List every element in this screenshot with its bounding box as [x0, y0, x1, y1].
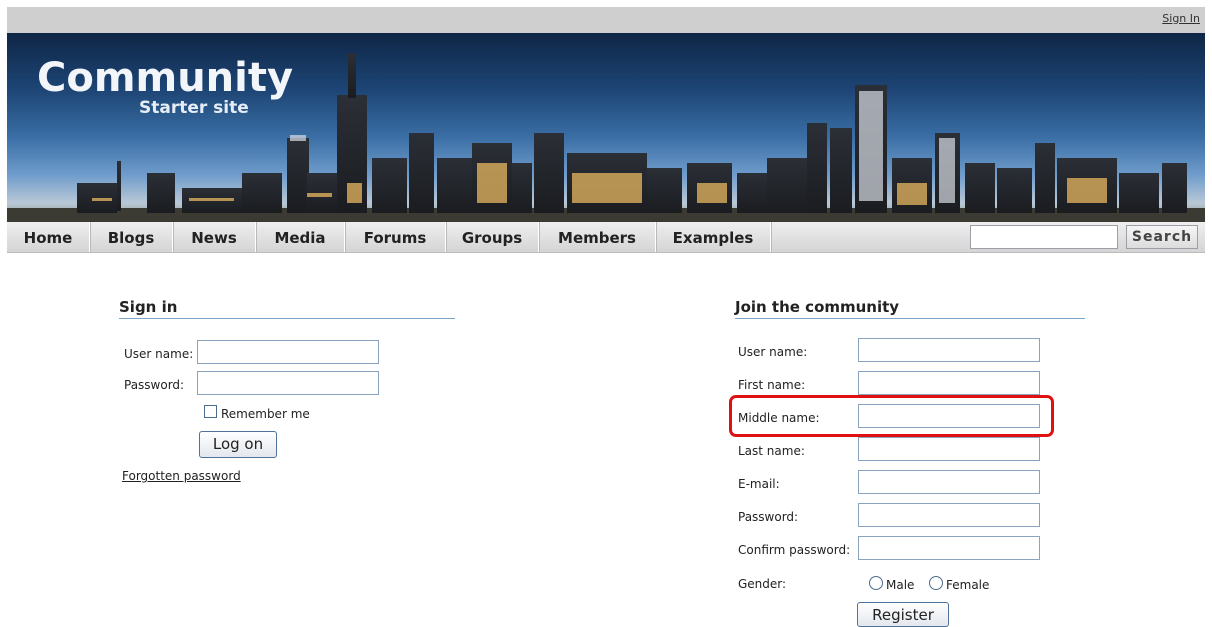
join-lastname-input[interactable] [858, 437, 1040, 461]
nav-item-forums[interactable]: Forums [345, 222, 446, 252]
join-email-input[interactable] [858, 470, 1040, 494]
nav-item-media[interactable]: Media [256, 222, 345, 252]
join-section-title: Join the community [735, 298, 1085, 319]
nav-item-home[interactable]: Home [7, 222, 90, 252]
join-middlename-input[interactable] [858, 404, 1040, 428]
join-username-label: User name: [738, 345, 808, 359]
log-on-button[interactable]: Log on [199, 431, 277, 458]
signin-username-input[interactable] [197, 340, 379, 364]
join-lastname-label: Last name: [738, 444, 805, 458]
gender-male-label: Male [886, 578, 915, 592]
join-middlename-label: Middle name: [738, 411, 820, 425]
join-password-input[interactable] [858, 503, 1040, 527]
signin-section-title: Sign in [119, 298, 455, 319]
register-button[interactable]: Register [857, 602, 949, 627]
join-confirm-password-input[interactable] [858, 536, 1040, 560]
join-firstname-input[interactable] [858, 371, 1040, 395]
forgotten-password-link[interactable]: Forgotten password [122, 469, 241, 483]
nav-item-members[interactable]: Members [539, 222, 656, 252]
remember-me-label: Remember me [221, 407, 310, 421]
join-firstname-label: First name: [738, 378, 806, 392]
join-username-input[interactable] [858, 338, 1040, 362]
search-button[interactable]: Search [1126, 225, 1198, 249]
search-input[interactable] [970, 225, 1118, 249]
nav-item-news[interactable]: News [173, 222, 256, 252]
nav-item-groups[interactable]: Groups [446, 222, 539, 252]
join-confirm-password-label: Confirm password: [738, 543, 851, 557]
nav-item-blogs[interactable]: Blogs [90, 222, 173, 252]
gender-female-radio[interactable] [929, 576, 943, 590]
gender-male-radio[interactable] [869, 576, 883, 590]
top-bar: Sign In [7, 7, 1205, 33]
signin-password-input[interactable] [197, 371, 379, 395]
signin-username-label: User name: [124, 347, 194, 361]
join-password-label: Password: [738, 510, 799, 524]
signin-password-label: Password: [124, 378, 185, 392]
join-email-label: E-mail: [738, 477, 780, 491]
sign-in-link[interactable]: Sign In [1162, 12, 1200, 25]
gender-label: Gender: [738, 577, 787, 591]
site-banner: Community Starter site [7, 33, 1205, 222]
gender-female-label: Female [946, 578, 990, 592]
logo-title: Community [37, 55, 294, 101]
logo-subtitle: Starter site [139, 98, 249, 118]
nav-item-examples[interactable]: Examples [656, 222, 771, 252]
remember-me-checkbox[interactable] [204, 405, 217, 418]
main-nav: Home Blogs News Media Forums Groups Memb… [7, 222, 1205, 253]
